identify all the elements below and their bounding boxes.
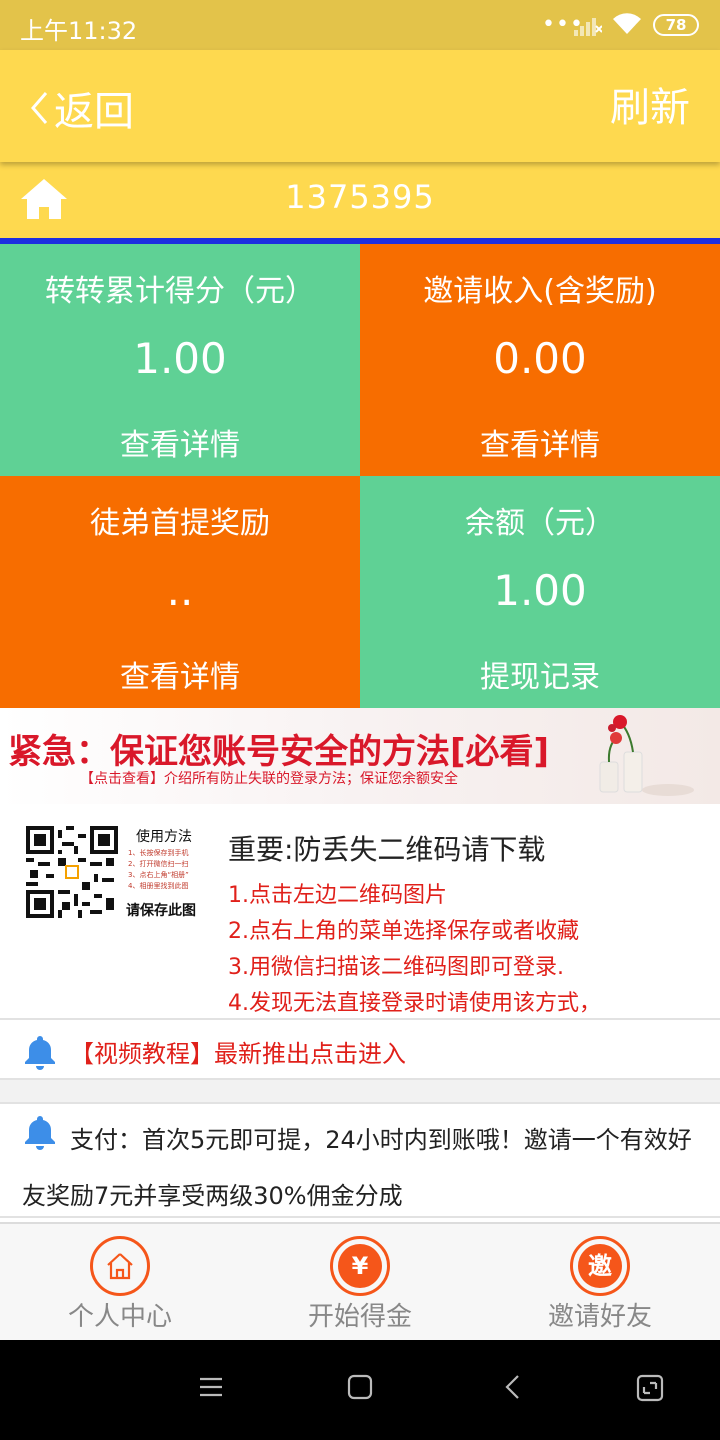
qr-section: 使用方法 1、长按保存到手机 2、打开微信扫一扫 3、点右上角“相册” 4、相册…: [0, 804, 720, 1020]
tab-personal-center[interactable]: 个人中心: [0, 1224, 240, 1342]
how-to-steps: 1、长按保存到手机 2、打开微信扫一扫 3、点右上角“相册” 4、相册里找到此图: [128, 848, 189, 892]
flower-vase-image: [590, 712, 700, 804]
how-to-step: 1、长按保存到手机: [128, 849, 189, 857]
yuan-icon: ¥: [330, 1236, 390, 1296]
apprentice-reward-tile[interactable]: 徒弟首提奖励 .. 查看详情: [0, 476, 360, 708]
save-image-hint: 请保存此图: [126, 903, 196, 919]
instruction-step: 3.用微信扫描该二维码图即可登录.: [228, 955, 564, 980]
invite-icon: 邀: [570, 1236, 630, 1296]
back-label: 返回: [54, 89, 134, 135]
signal-icon: [574, 14, 603, 40]
tile-detail-link[interactable]: 查看详情: [360, 420, 720, 464]
wifi-icon: [612, 12, 642, 40]
invite-income-tile[interactable]: 邀请收入(含奖励) 0.00 查看详情: [360, 244, 720, 476]
tab-label: 个人中心: [67, 1302, 172, 1332]
tile-value: 1.00: [133, 334, 227, 383]
user-id-bar: 1375395: [0, 162, 720, 238]
back-nav-icon[interactable]: [500, 1374, 526, 1404]
refresh-button[interactable]: 刷新: [610, 80, 690, 136]
tile-value: 1.00: [493, 566, 587, 615]
tab-start-earning[interactable]: ¥ 开始得金: [240, 1224, 480, 1342]
tile-value: 0.00: [493, 334, 587, 383]
tile-detail-link[interactable]: 查看详情: [0, 420, 360, 464]
security-banner[interactable]: 紧急：保证您账号安全的方法[必看] 【点击查看】介绍所有防止失联的登录方法；保证…: [0, 708, 720, 804]
bell-icon: [22, 1034, 58, 1074]
score-tile[interactable]: 转转累计得分（元） 1.00 查看详情: [0, 244, 360, 476]
tile-title: 徒弟首提奖励: [90, 506, 270, 541]
expand-icon[interactable]: [636, 1374, 664, 1406]
system-nav-bar: [0, 1340, 720, 1440]
instruction-step: 4.发现无法直接登录时请使用该方式，: [228, 991, 601, 1016]
back-button[interactable]: 返回: [28, 80, 134, 136]
qr-code-card[interactable]: 使用方法 1、长按保存到手机 2、打开微信扫一扫 3、点右上角“相册” 4、相册…: [22, 822, 208, 922]
how-to-title: 使用方法: [136, 829, 192, 845]
tab-invite-friends[interactable]: 邀 邀请好友: [480, 1224, 720, 1342]
status-time: 上午11:32: [20, 17, 138, 45]
tile-value: ..: [166, 566, 194, 615]
qr-section-title: 重要:防丢失二维码请下载: [228, 833, 546, 866]
bottom-tab-bar: 个人中心 ¥ 开始得金 邀 邀请好友: [0, 1222, 720, 1340]
tile-title: 转转累计得分（元）: [45, 274, 315, 309]
tab-label: 邀请好友: [547, 1302, 652, 1332]
banner-subtitle: 【点击查看】介绍所有防止失联的登录方法；保证您余额安全: [80, 771, 458, 787]
video-tutorial-notice[interactable]: 【视频教程】最新推出点击进入: [0, 1022, 720, 1080]
section-gap: [0, 1080, 720, 1102]
qr-code-image[interactable]: [26, 826, 118, 922]
how-to-step: 4、相册里找到此图: [128, 882, 189, 890]
how-to-step: 2、打开微信扫一扫: [128, 860, 189, 868]
balance-tile[interactable]: 余额（元） 1.00 提现记录: [360, 476, 720, 708]
how-to-step: 3、点右上角“相册”: [128, 871, 189, 879]
banner-headline: 紧急：保证您账号安全的方法[必看]: [8, 732, 550, 772]
chevron-left-icon: [31, 92, 48, 124]
menu-icon[interactable]: [198, 1374, 224, 1404]
home-nav-icon[interactable]: [347, 1374, 373, 1404]
tile-title: 邀请收入(含奖励): [423, 274, 657, 309]
tab-label: 开始得金: [307, 1302, 412, 1332]
status-bar: 上午11:32 ••• 78: [0, 0, 720, 50]
battery-indicator: 78: [653, 14, 699, 36]
payment-notice-text: 支付：首次5元即可提，24小时内到账哦！邀请一个有效好友奖励7元并享受两级30%…: [22, 1126, 692, 1210]
tile-title: 余额（元）: [465, 506, 615, 541]
instruction-step: 1.点击左边二维码图片: [228, 883, 447, 908]
video-tutorial-link[interactable]: 【视频教程】最新推出点击进入: [70, 1034, 406, 1069]
tile-detail-link[interactable]: 查看详情: [0, 652, 360, 696]
user-id: 1375395: [285, 178, 435, 216]
qr-instructions: 1.点击左边二维码图片 2.点右上角的菜单选择保存或者收藏 3.用微信扫描该二维…: [228, 878, 601, 1022]
withdraw-record-link[interactable]: 提现记录: [360, 652, 720, 696]
home-icon: [90, 1236, 150, 1296]
payment-notice: 支付：首次5元即可提，24小时内到账哦！邀请一个有效好友奖励7元并享受两级30%…: [0, 1102, 720, 1218]
top-bar: 返回 刷新: [0, 50, 720, 162]
instruction-step: 2.点右上角的菜单选择保存或者收藏: [228, 919, 579, 944]
